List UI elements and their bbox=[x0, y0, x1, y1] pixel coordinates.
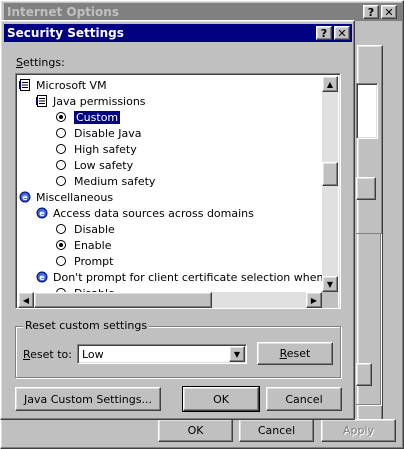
ok-label: OK bbox=[213, 392, 229, 406]
bg-close-button[interactable]: ✕ bbox=[381, 5, 397, 19]
bg-ok-button[interactable]: OK bbox=[158, 419, 233, 442]
cancel-button[interactable]: Cancel bbox=[266, 387, 342, 411]
ie-icon: e bbox=[19, 191, 31, 203]
radio-option[interactable]: Disable Java bbox=[56, 126, 142, 142]
help-button[interactable]: ? bbox=[316, 26, 332, 40]
java-custom-settings-label: Java Custom Settings... bbox=[24, 392, 152, 406]
tree-item-label: Don't prompt for client certificate sele… bbox=[53, 271, 322, 284]
radio-option[interactable]: Enable bbox=[56, 238, 111, 254]
horizontal-scrollbar[interactable]: ◀ ▶ bbox=[18, 292, 322, 308]
tree-item-label: Custom bbox=[72, 110, 122, 125]
scroll-up-button[interactable]: ▲ bbox=[322, 76, 338, 92]
ie-icon: e bbox=[36, 271, 48, 283]
scroll-down-button[interactable]: ▼ bbox=[322, 276, 338, 292]
radio-unchecked-icon[interactable] bbox=[56, 144, 66, 154]
security-settings-dialog: Security Settings ? ✕ Settings: Microsof… bbox=[0, 20, 355, 420]
settings-tree[interactable]: Microsoft VM Java permissions Custom Disabl… bbox=[15, 73, 341, 309]
radio-option[interactable]: Disable bbox=[56, 222, 115, 238]
page-icon bbox=[36, 95, 48, 107]
cancel-label: Cancel bbox=[285, 392, 323, 406]
internet-options-title-bar: Internet Options bbox=[4, 3, 402, 21]
tree-item-label: High safety bbox=[74, 143, 137, 156]
reset-button-label: Reset bbox=[279, 347, 311, 360]
tree-category[interactable]: e Miscellaneous bbox=[19, 190, 113, 206]
tree-item-label: Java permissions bbox=[53, 95, 146, 108]
reset-to-label: Reset to: bbox=[23, 348, 72, 361]
security-settings-title: Security Settings bbox=[7, 26, 124, 40]
tree-item-label: Enable bbox=[74, 239, 112, 252]
tree-category[interactable]: e Access data sources across domains bbox=[36, 206, 254, 222]
reset-custom-settings-group: Reset custom settings Reset to: Low ▼ Re… bbox=[15, 319, 341, 378]
settings-tree-rows: Microsoft VM Java permissions Custom Disabl… bbox=[18, 76, 322, 292]
java-custom-settings-button[interactable]: Java Custom Settings... bbox=[15, 387, 161, 411]
svg-text:e: e bbox=[22, 193, 28, 202]
radio-unchecked-icon[interactable] bbox=[56, 176, 66, 186]
ie-icon: e bbox=[36, 207, 48, 219]
tree-item-label: Microsoft VM bbox=[36, 79, 107, 92]
tree-category[interactable]: Java permissions bbox=[36, 94, 146, 110]
radio-checked-icon[interactable] bbox=[56, 240, 66, 250]
bg-button-fragment-2[interactable] bbox=[356, 363, 372, 386]
reset-to-value: Low bbox=[82, 348, 104, 361]
radio-unchecked-icon[interactable] bbox=[56, 160, 66, 170]
bg-cancel-label: Cancel bbox=[257, 424, 296, 437]
radio-option[interactable]: Custom bbox=[56, 110, 122, 126]
bg-cancel-button[interactable]: Cancel bbox=[239, 419, 314, 442]
bg-apply-button[interactable]: Apply bbox=[321, 419, 396, 442]
radio-option[interactable]: High safety bbox=[56, 142, 137, 158]
chevron-down-icon[interactable]: ▼ bbox=[229, 346, 245, 362]
tree-item-label: Disable bbox=[74, 223, 115, 236]
bg-ok-label: OK bbox=[187, 424, 204, 437]
bg-apply-label: Apply bbox=[342, 424, 375, 437]
tree-item-label: Access data sources across domains bbox=[53, 207, 254, 220]
reset-to-select[interactable]: Low ▼ bbox=[77, 344, 247, 364]
reset-group-label: Reset custom settings bbox=[23, 319, 150, 332]
internet-options-title: Internet Options bbox=[7, 5, 119, 19]
tree-category[interactable]: e Don't prompt for client certificate sel… bbox=[36, 270, 322, 286]
reset-button[interactable]: Reset bbox=[257, 342, 333, 365]
page-icon bbox=[19, 79, 31, 91]
ok-button[interactable]: OK bbox=[182, 386, 260, 412]
radio-checked-icon[interactable] bbox=[56, 112, 66, 122]
tree-item-label: Disable Java bbox=[74, 127, 142, 140]
svg-text:e: e bbox=[39, 273, 45, 282]
settings-label: Settings: bbox=[16, 56, 65, 69]
vertical-scroll-thumb[interactable] bbox=[322, 162, 338, 186]
close-button[interactable]: ✕ bbox=[334, 26, 350, 40]
svg-text:e: e bbox=[39, 209, 45, 218]
radio-unchecked-icon[interactable] bbox=[56, 256, 66, 266]
bg-help-button[interactable]: ? bbox=[363, 5, 379, 19]
scroll-left-button[interactable]: ◀ bbox=[18, 292, 34, 308]
tree-category[interactable]: Microsoft VM bbox=[19, 78, 107, 94]
tree-item-label: Medium safety bbox=[74, 175, 156, 188]
tree-item-label: Miscellaneous bbox=[36, 191, 114, 204]
scroll-right-button[interactable]: ▶ bbox=[306, 292, 322, 308]
scrollbar-corner bbox=[322, 292, 338, 308]
radio-option[interactable]: Medium safety bbox=[56, 174, 155, 190]
horizontal-scroll-thumb[interactable] bbox=[34, 292, 212, 308]
radio-option[interactable]: Low safety bbox=[56, 158, 133, 174]
bg-list-fragment bbox=[356, 83, 378, 139]
security-settings-title-bar: Security Settings bbox=[4, 24, 352, 42]
radio-option[interactable]: Prompt bbox=[56, 254, 113, 270]
radio-unchecked-icon[interactable] bbox=[56, 128, 66, 138]
tree-item-label: Low safety bbox=[74, 159, 134, 172]
vertical-scrollbar[interactable]: ▲ ▼ bbox=[322, 76, 338, 292]
bg-button-fragment[interactable] bbox=[356, 177, 376, 200]
tree-item-label: Prompt bbox=[74, 255, 114, 268]
radio-unchecked-icon[interactable] bbox=[56, 224, 66, 234]
